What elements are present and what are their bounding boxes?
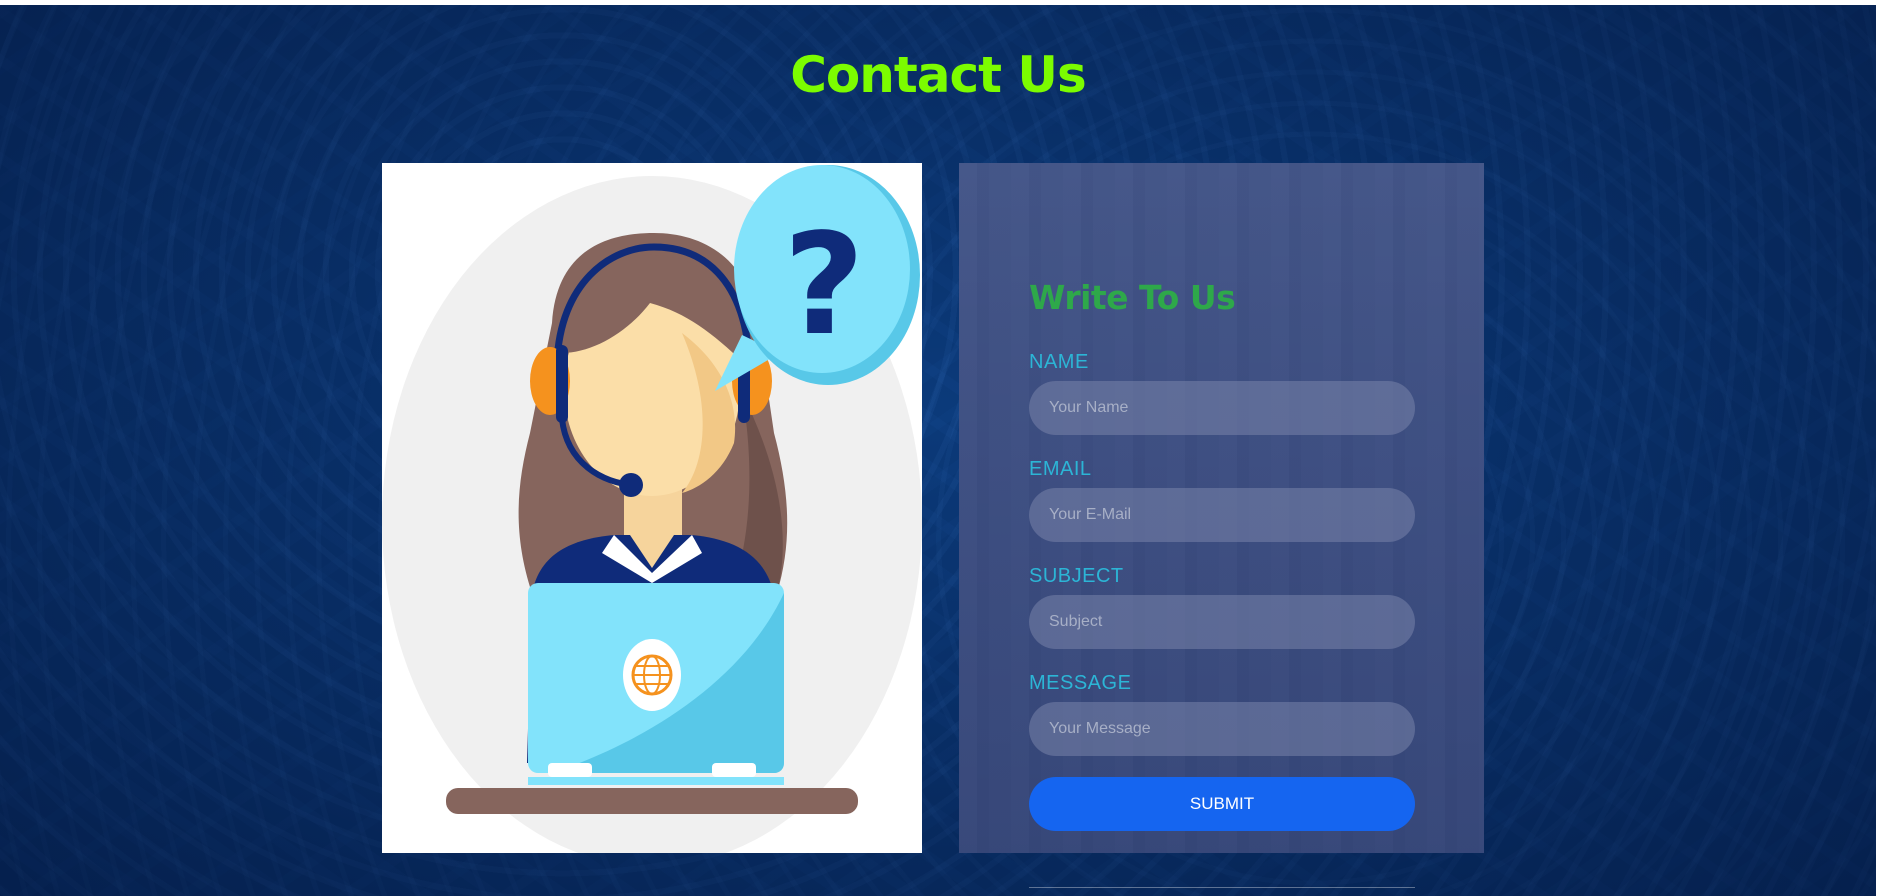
subject-label: SUBJECT [1029,565,1124,587]
submit-button[interactable]: SUBMIT [1029,777,1415,831]
message-input[interactable] [1029,702,1415,756]
support-agent-illustration: ? [382,163,922,853]
form-title: Write To Us [1029,278,1236,318]
contact-form-card: Write To Us NAME EMAIL SUBJECT MESSAGE S… [959,163,1484,853]
page-background: Contact Us ? Write To Us NAME Your Name … [0,5,1876,896]
email-input[interactable] [1029,488,1415,542]
page-title: Contact Us [790,45,1087,104]
email-label: EMAIL [1029,458,1092,480]
divider-line [1029,887,1415,888]
subject-input[interactable] [1029,595,1415,649]
name-input[interactable] [1029,381,1415,435]
message-label: MESSAGE [1029,672,1132,694]
name-label: NAME [1029,351,1089,373]
question-mark-icon: ? [783,204,864,367]
